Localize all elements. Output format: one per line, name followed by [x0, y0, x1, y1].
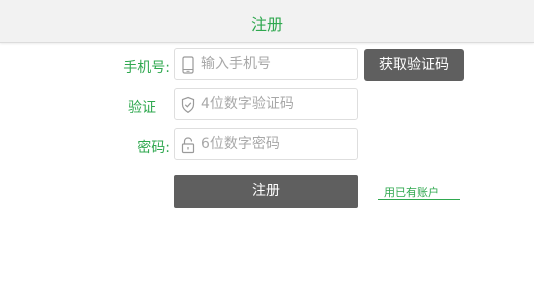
page-title: 注册 — [250, 15, 283, 34]
code-field[interactable] — [174, 88, 358, 120]
existing-account-link[interactable]: 用已有账户 — [378, 184, 460, 200]
shield-check-icon — [181, 96, 195, 113]
password-input[interactable] — [201, 129, 351, 159]
lock-icon — [181, 137, 195, 154]
register-button[interactable]: 注册 — [174, 175, 358, 208]
phone-field[interactable] — [174, 48, 358, 80]
phone-label: 手机号: — [123, 60, 170, 76]
get-code-button[interactable]: 获取验证码 — [364, 49, 464, 81]
password-label: 密码: — [137, 140, 170, 156]
code-label: 验证 — [128, 100, 156, 116]
title-bar: 注册 — [0, 0, 534, 43]
phone-input[interactable] — [201, 49, 351, 79]
phone-icon — [182, 56, 194, 74]
register-screen: 注册 手机号: 获取验证码 验证 密码: 注册 用已有账户 — [0, 0, 534, 300]
password-field[interactable] — [174, 128, 358, 160]
code-input[interactable] — [201, 89, 351, 119]
